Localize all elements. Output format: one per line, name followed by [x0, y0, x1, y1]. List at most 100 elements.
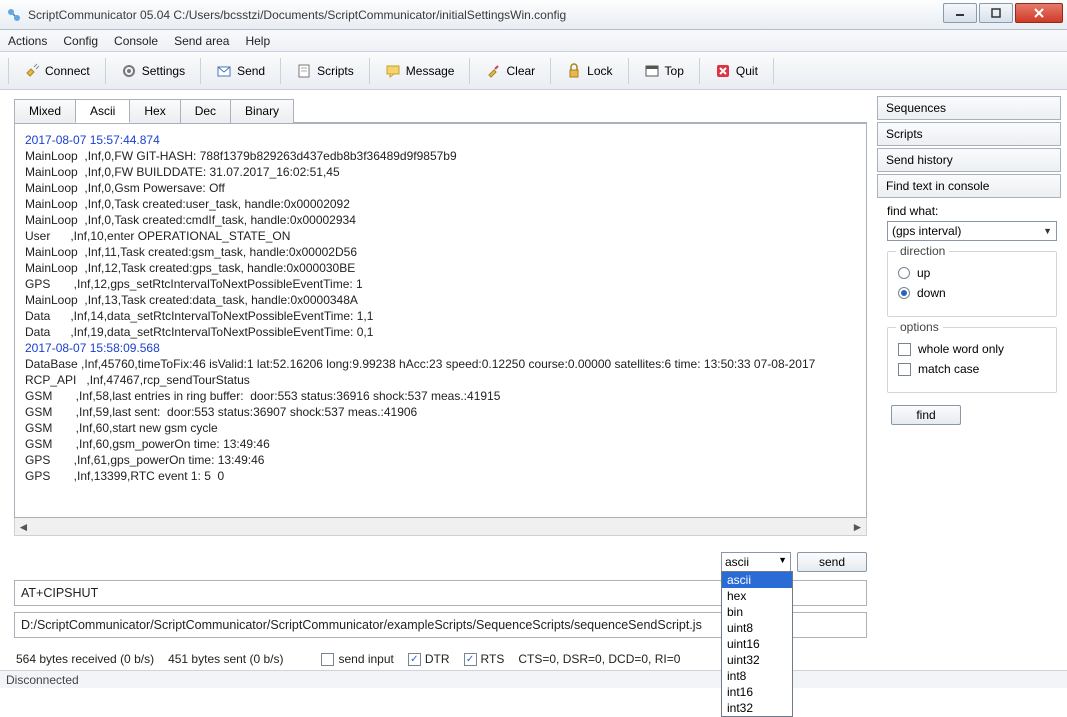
menu-help[interactable]: Help [245, 34, 270, 48]
send-input-checkbox[interactable]: send input [321, 652, 393, 666]
send-format-dropdown[interactable]: ascii hex bin uint8 uint16 uint32 int8 i… [721, 571, 793, 717]
top-label: Top [665, 64, 684, 78]
send-format-value: ascii [725, 555, 749, 569]
dtr-checkbox[interactable]: ✓DTR [408, 652, 450, 666]
bytes-sent: 451 bytes sent (0 b/s) [168, 652, 283, 666]
clear-button[interactable]: Clear [476, 58, 544, 84]
minimize-button[interactable] [943, 3, 977, 23]
lock-button[interactable]: Lock [557, 58, 621, 84]
option-int8[interactable]: int8 [722, 668, 792, 684]
connect-label: Connect [45, 64, 90, 78]
timestamp: 2017-08-07 15:58:09.568 [25, 340, 856, 356]
message-icon [385, 63, 401, 79]
option-uint32[interactable]: uint32 [722, 652, 792, 668]
direction-up[interactable]: up [898, 266, 1046, 280]
brush-icon [485, 63, 501, 79]
tab-ascii[interactable]: Ascii [75, 99, 130, 123]
find-what-value: (gps interval) [892, 224, 961, 238]
top-button[interactable]: Top [635, 58, 693, 84]
accordion-find-text[interactable]: Find text in console [877, 174, 1061, 198]
tab-binary[interactable]: Binary [230, 99, 294, 123]
options-group: options whole word only match case [887, 327, 1057, 393]
match-case-checkbox[interactable]: match case [898, 362, 1046, 376]
find-panel: find what: (gps interval) ▼ direction up… [877, 204, 1061, 425]
rts-checkbox[interactable]: ✓RTS [464, 652, 505, 666]
whole-word-checkbox[interactable]: whole word only [898, 342, 1046, 356]
lock-label: Lock [587, 64, 612, 78]
close-button[interactable] [1015, 3, 1063, 23]
option-uint8[interactable]: uint8 [722, 620, 792, 636]
log-line: GSM ,Inf,59,last sent: door:553 status:3… [25, 404, 856, 420]
accordion-sequences[interactable]: Sequences [877, 96, 1061, 120]
tab-hex[interactable]: Hex [129, 99, 180, 123]
find-what-input[interactable]: (gps interval) ▼ [887, 221, 1057, 241]
log-line: MainLoop ,Inf,0,FW BUILDDATE: 31.07.2017… [25, 164, 856, 180]
menu-send-area[interactable]: Send area [174, 34, 229, 48]
send-icon [216, 63, 232, 79]
window-title: ScriptCommunicator 05.04 C:/Users/bcsstz… [28, 8, 566, 22]
send-label: Send [237, 64, 265, 78]
tab-dec[interactable]: Dec [180, 99, 231, 123]
window-icon [644, 63, 660, 79]
log-line: MainLoop ,Inf,0,Task created:user_task, … [25, 196, 856, 212]
direction-label: direction [896, 244, 949, 258]
message-button[interactable]: Message [376, 58, 464, 84]
log-line: MainLoop ,Inf,0,Gsm Powersave: Off [25, 180, 856, 196]
menu-bar: Actions Config Console Send area Help [0, 30, 1067, 52]
chevron-down-icon: ▼ [778, 555, 787, 565]
settings-button[interactable]: Settings [112, 58, 194, 84]
log-line: Data ,Inf,19,data_setRtcIntervalToNextPo… [25, 324, 856, 340]
quit-label: Quit [736, 64, 758, 78]
log-line: GPS ,Inf,13399,RTC event 1: 5 0 [25, 468, 856, 484]
option-ascii[interactable]: ascii [722, 572, 792, 588]
signal-status: CTS=0, DSR=0, DCD=0, RI=0 [518, 652, 680, 666]
log-line: GPS ,Inf,12,gps_setRtcIntervalToNextPoss… [25, 276, 856, 292]
send-button-tb[interactable]: Send [207, 58, 274, 84]
title-bar: ScriptCommunicator 05.04 C:/Users/bcsstz… [0, 0, 1067, 30]
option-hex[interactable]: hex [722, 588, 792, 604]
find-button[interactable]: find [891, 405, 961, 425]
menu-actions[interactable]: Actions [8, 34, 47, 48]
option-int16[interactable]: int16 [722, 684, 792, 700]
direction-down[interactable]: down [898, 286, 1046, 300]
option-bin[interactable]: bin [722, 604, 792, 620]
tab-mixed[interactable]: Mixed [14, 99, 76, 123]
menu-console[interactable]: Console [114, 34, 158, 48]
option-int32[interactable]: int32 [722, 700, 792, 716]
send-format-select[interactable]: ascii ▼ ascii hex bin uint8 uint16 uint3… [721, 552, 791, 572]
quit-button[interactable]: Quit [706, 58, 767, 84]
scroll-right-icon[interactable]: ► [849, 519, 866, 535]
log-line: DataBase ,Inf,45760,timeToFix:46 isValid… [25, 356, 856, 372]
connection-status: Disconnected [6, 673, 79, 687]
connect-button[interactable]: Connect [15, 58, 99, 84]
script-icon [296, 63, 312, 79]
plug-icon [24, 63, 40, 79]
menu-config[interactable]: Config [63, 34, 98, 48]
log-line: Data ,Inf,14,data_setRtcIntervalToNextPo… [25, 308, 856, 324]
send-button[interactable]: send [797, 552, 867, 572]
quit-icon [715, 63, 731, 79]
scroll-left-icon[interactable]: ◄ [15, 519, 32, 535]
timestamp: 2017-08-07 15:57:44.874 [25, 132, 856, 148]
log-line: MainLoop ,Inf,12,Task created:gps_task, … [25, 260, 856, 276]
log-line: GSM ,Inf,60,start new gsm cycle [25, 420, 856, 436]
gear-icon [121, 63, 137, 79]
clear-label: Clear [506, 64, 535, 78]
status-bar: Disconnected [0, 670, 1067, 688]
log-line: MainLoop ,Inf,13,Task created:data_task,… [25, 292, 856, 308]
option-uint16[interactable]: uint16 [722, 636, 792, 652]
horizontal-scrollbar[interactable]: ◄ ► [14, 518, 867, 536]
scripts-button[interactable]: Scripts [287, 58, 363, 84]
settings-label: Settings [142, 64, 185, 78]
log-line: GSM ,Inf,60,gsm_powerOn time: 13:49:46 [25, 436, 856, 452]
maximize-button[interactable] [979, 3, 1013, 23]
log-line: MainLoop ,Inf,0,Task created:cmdIf_task,… [25, 212, 856, 228]
accordion-scripts[interactable]: Scripts [877, 122, 1061, 146]
scripts-label: Scripts [317, 64, 354, 78]
console-output[interactable]: 2017-08-07 15:57:44.874 MainLoop ,Inf,0,… [14, 123, 867, 518]
app-icon [6, 7, 22, 23]
message-label: Message [406, 64, 455, 78]
toolbar: Connect Settings Send Scripts Message Cl… [0, 52, 1067, 90]
accordion-send-history[interactable]: Send history [877, 148, 1061, 172]
lock-icon [566, 63, 582, 79]
